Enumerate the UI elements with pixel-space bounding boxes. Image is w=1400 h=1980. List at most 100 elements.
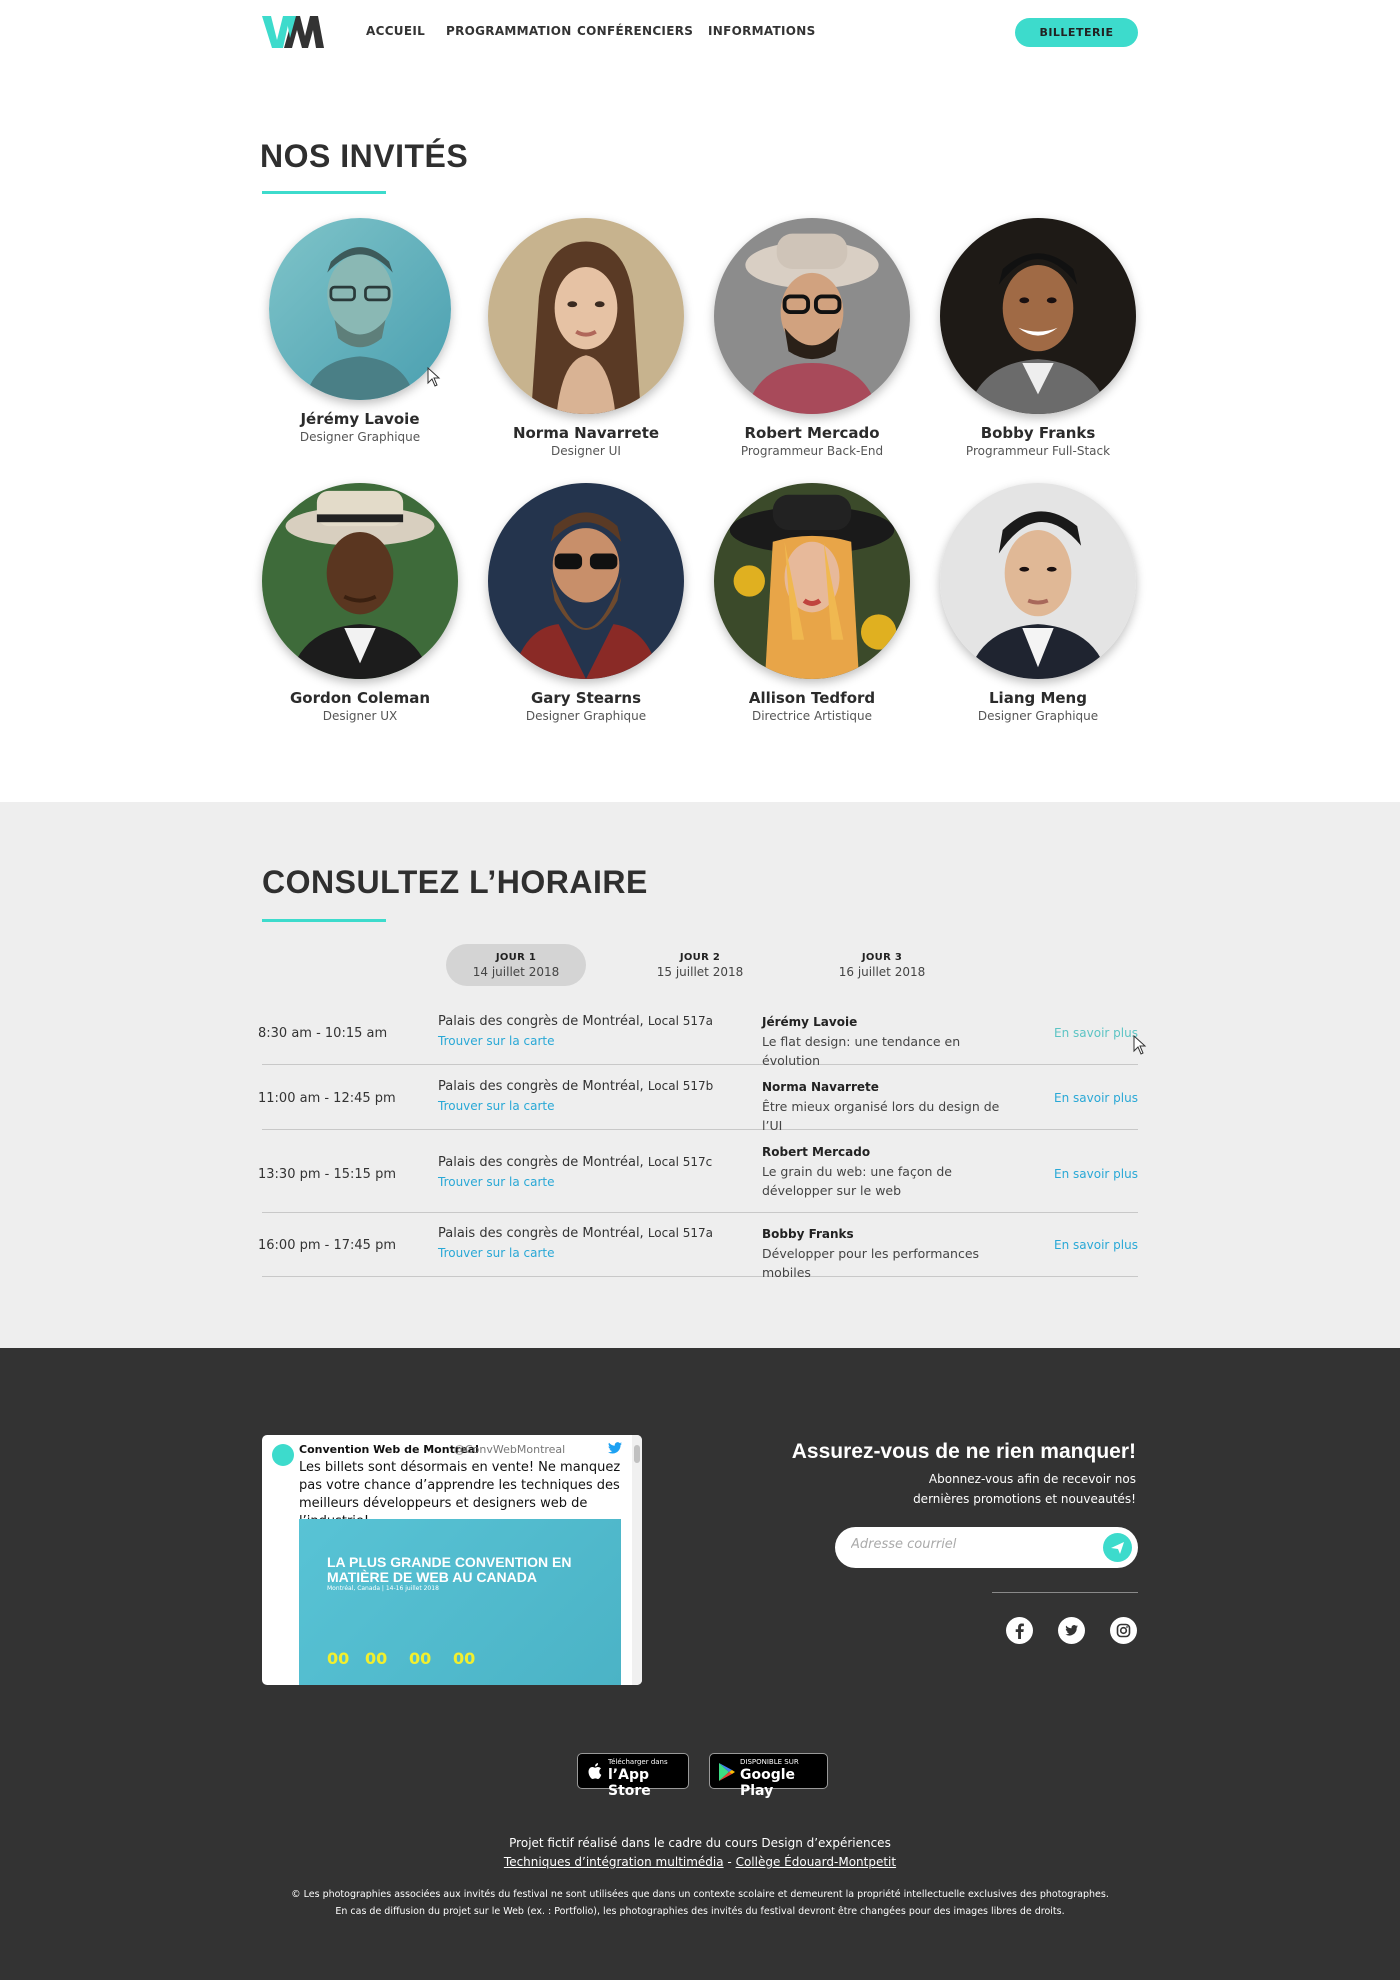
- app-store-button[interactable]: Télécharger dans l’App Store: [577, 1753, 689, 1799]
- college-link[interactable]: Collège Édouard-Montpetit: [736, 1855, 897, 1869]
- copyright-line: En cas de diffusion du projet sur le Web…: [335, 1906, 1065, 1917]
- newsletter-form: [835, 1527, 1138, 1568]
- apple-icon: [588, 1763, 602, 1779]
- guest-card-jeremy[interactable]: Jérémy Lavoie Designer Graphique: [260, 218, 460, 444]
- tab-day-2[interactable]: JOUR 2 15 juillet 2018: [630, 944, 770, 986]
- nav-link-informations[interactable]: INFORMATIONS: [708, 24, 816, 38]
- more-link[interactable]: En savoir plus: [1054, 1091, 1138, 1105]
- google-play-button[interactable]: DISPONIBLE SUR Google Play: [709, 1753, 828, 1799]
- guest-role: Designer Graphique: [299, 430, 421, 444]
- logo[interactable]: [262, 14, 330, 50]
- guest-photo[interactable]: [714, 218, 910, 414]
- countdown-value: 00: [327, 1649, 350, 1668]
- guest-photo[interactable]: [940, 483, 1136, 679]
- cursor-icon: [427, 367, 441, 387]
- tweet-image[interactable]: LA PLUS GRANDE CONVENTION EN MATIÈRE DE …: [299, 1519, 621, 1685]
- map-link[interactable]: Trouver sur la carte: [438, 1034, 555, 1048]
- facebook-icon[interactable]: [1006, 1617, 1033, 1644]
- map-link[interactable]: Trouver sur la carte: [438, 1099, 555, 1113]
- guest-card-allison[interactable]: Allison Tedford Directrice Artistique: [712, 483, 912, 723]
- guest-photo[interactable]: [262, 483, 458, 679]
- copyright-line: © Les photographies associées aux invité…: [291, 1889, 1109, 1900]
- countdown-value: 00: [409, 1649, 432, 1668]
- guest-name: Gary Stearns: [530, 689, 642, 707]
- guest-name: Norma Navarrete: [512, 424, 660, 442]
- google-play-label: Google Play: [740, 1767, 796, 1799]
- guest-card-gordon[interactable]: Gordon Coleman Designer UX: [260, 483, 460, 723]
- guest-role: Designer Graphique: [525, 709, 647, 723]
- day-date: 16 juillet 2018: [838, 965, 926, 979]
- guest-name: Bobby Franks: [980, 424, 1096, 442]
- tweet-author[interactable]: Convention Web de Montreal: [299, 1443, 479, 1456]
- session-place: Palais des congrès de Montréal, Local 51…: [438, 1079, 714, 1094]
- more-link[interactable]: En savoir plus: [1054, 1238, 1138, 1252]
- map-link[interactable]: Trouver sur la carte: [438, 1175, 555, 1189]
- schedule-row: 13:30 pm - 15:15 pm Palais des congrès d…: [258, 1130, 1138, 1213]
- session-speaker: Robert Mercado: [762, 1145, 871, 1159]
- google-play-caption: DISPONIBLE SUR: [740, 1758, 799, 1766]
- tweet-avatar[interactable]: [272, 1444, 294, 1466]
- guest-photo[interactable]: [940, 218, 1136, 414]
- session-time: 8:30 am - 10:15 am: [258, 1026, 388, 1041]
- session-speaker: Bobby Franks: [762, 1227, 854, 1241]
- guest-name: Gordon Coleman: [289, 689, 431, 707]
- session-time: 11:00 am - 12:45 pm: [258, 1091, 396, 1106]
- divider: [992, 1592, 1138, 1593]
- nav-link-programmation[interactable]: PROGRAMMATION: [446, 24, 572, 38]
- session-time: 13:30 pm - 15:15 pm: [258, 1167, 396, 1182]
- top-navigation: ACCUEIL PROGRAMMATION CONFÉRENCIERS INFO…: [0, 0, 1400, 66]
- tweet-handle[interactable]: @ConvWebMontreal: [454, 1443, 565, 1456]
- guests-title: NOS INVITÉS: [260, 138, 469, 174]
- guest-card-norma[interactable]: Norma Navarrete Designer UI: [486, 218, 686, 458]
- title-underline: [262, 919, 386, 922]
- guest-name: Jérémy Lavoie: [300, 410, 420, 428]
- guest-photo[interactable]: [488, 218, 684, 414]
- countdown-value: 00: [453, 1649, 476, 1668]
- schedule-title: CONSULTEZ L’HORAIRE: [262, 864, 648, 900]
- guest-photo[interactable]: [488, 483, 684, 679]
- tweet-image-title: LA PLUS GRANDE CONVENTION EN MATIÈRE DE …: [327, 1554, 572, 1585]
- tweet-image-subtitle: Montréal, Canada | 14-16 juillet 2018: [327, 1585, 439, 1592]
- tab-day-1[interactable]: JOUR 1 14 juillet 2018: [446, 944, 586, 986]
- guest-role: Programmeur Back-End: [740, 444, 884, 458]
- guest-photo[interactable]: [269, 218, 451, 400]
- nav-link-conferenciers[interactable]: CONFÉRENCIERS: [577, 24, 693, 38]
- session-talk: Développer pour les performances mobiles: [762, 1246, 980, 1280]
- guest-photo[interactable]: [714, 483, 910, 679]
- credits-links: Techniques d’intégration multimédia - Co…: [0, 1855, 1400, 1869]
- guest-card-liang[interactable]: Liang Meng Designer Graphique: [938, 483, 1138, 723]
- tab-day-3[interactable]: JOUR 3 16 juillet 2018: [812, 944, 952, 986]
- guest-card-gary[interactable]: Gary Stearns Designer Graphique: [486, 483, 686, 723]
- schedule-row: 8:30 am - 10:15 am Palais des congrès de…: [258, 1000, 1138, 1068]
- guest-role: Designer UI: [551, 444, 621, 458]
- twitter-bird-icon: [608, 1442, 622, 1454]
- schedule-row: 16:00 pm - 17:45 pm Palais des congrès d…: [258, 1213, 1138, 1280]
- newsletter-subtitle: Abonnez-vous afin de recevoir nos derniè…: [913, 1472, 1136, 1506]
- email-input[interactable]: [851, 1537, 1091, 1552]
- session-time: 16:00 pm - 17:45 pm: [258, 1238, 396, 1253]
- session-place: Palais des congrès de Montréal, Local 51…: [438, 1226, 714, 1241]
- guest-role: Directrice Artistique: [751, 709, 873, 723]
- twitter-embed[interactable]: Convention Web de Montreal @ConvWebMontr…: [262, 1435, 642, 1685]
- ticket-button[interactable]: BILLETERIE: [1015, 18, 1138, 47]
- more-link[interactable]: En savoir plus: [1054, 1026, 1138, 1040]
- footer: [0, 1348, 1400, 1980]
- instagram-icon[interactable]: [1110, 1617, 1137, 1644]
- guest-card-bobby[interactable]: Bobby Franks Programmeur Full-Stack: [938, 218, 1138, 458]
- more-link[interactable]: En savoir plus: [1054, 1167, 1138, 1181]
- guest-name: Allison Tedford: [748, 689, 876, 707]
- twitter-icon[interactable]: [1058, 1617, 1085, 1644]
- nav-link-accueil[interactable]: ACCUEIL: [366, 24, 425, 38]
- guest-role: Designer UX: [322, 709, 398, 723]
- guest-name: Liang Meng: [989, 689, 1087, 707]
- session-speaker: Jérémy Lavoie: [762, 1015, 858, 1029]
- guest-role: Programmeur Full-Stack: [965, 444, 1111, 458]
- send-button[interactable]: [1103, 1533, 1132, 1562]
- guest-card-robert[interactable]: Robert Mercado Programmeur Back-End: [712, 218, 912, 458]
- countdown-value: 00: [365, 1649, 388, 1668]
- session-place: Palais des congrès de Montréal, Local 51…: [438, 1014, 714, 1029]
- newsletter-title: Assurez-vous de ne rien manquer!: [791, 1440, 1136, 1463]
- map-link[interactable]: Trouver sur la carte: [438, 1246, 555, 1260]
- scrollbar[interactable]: [632, 1435, 642, 1685]
- course-link[interactable]: Techniques d’intégration multimédia: [504, 1855, 724, 1869]
